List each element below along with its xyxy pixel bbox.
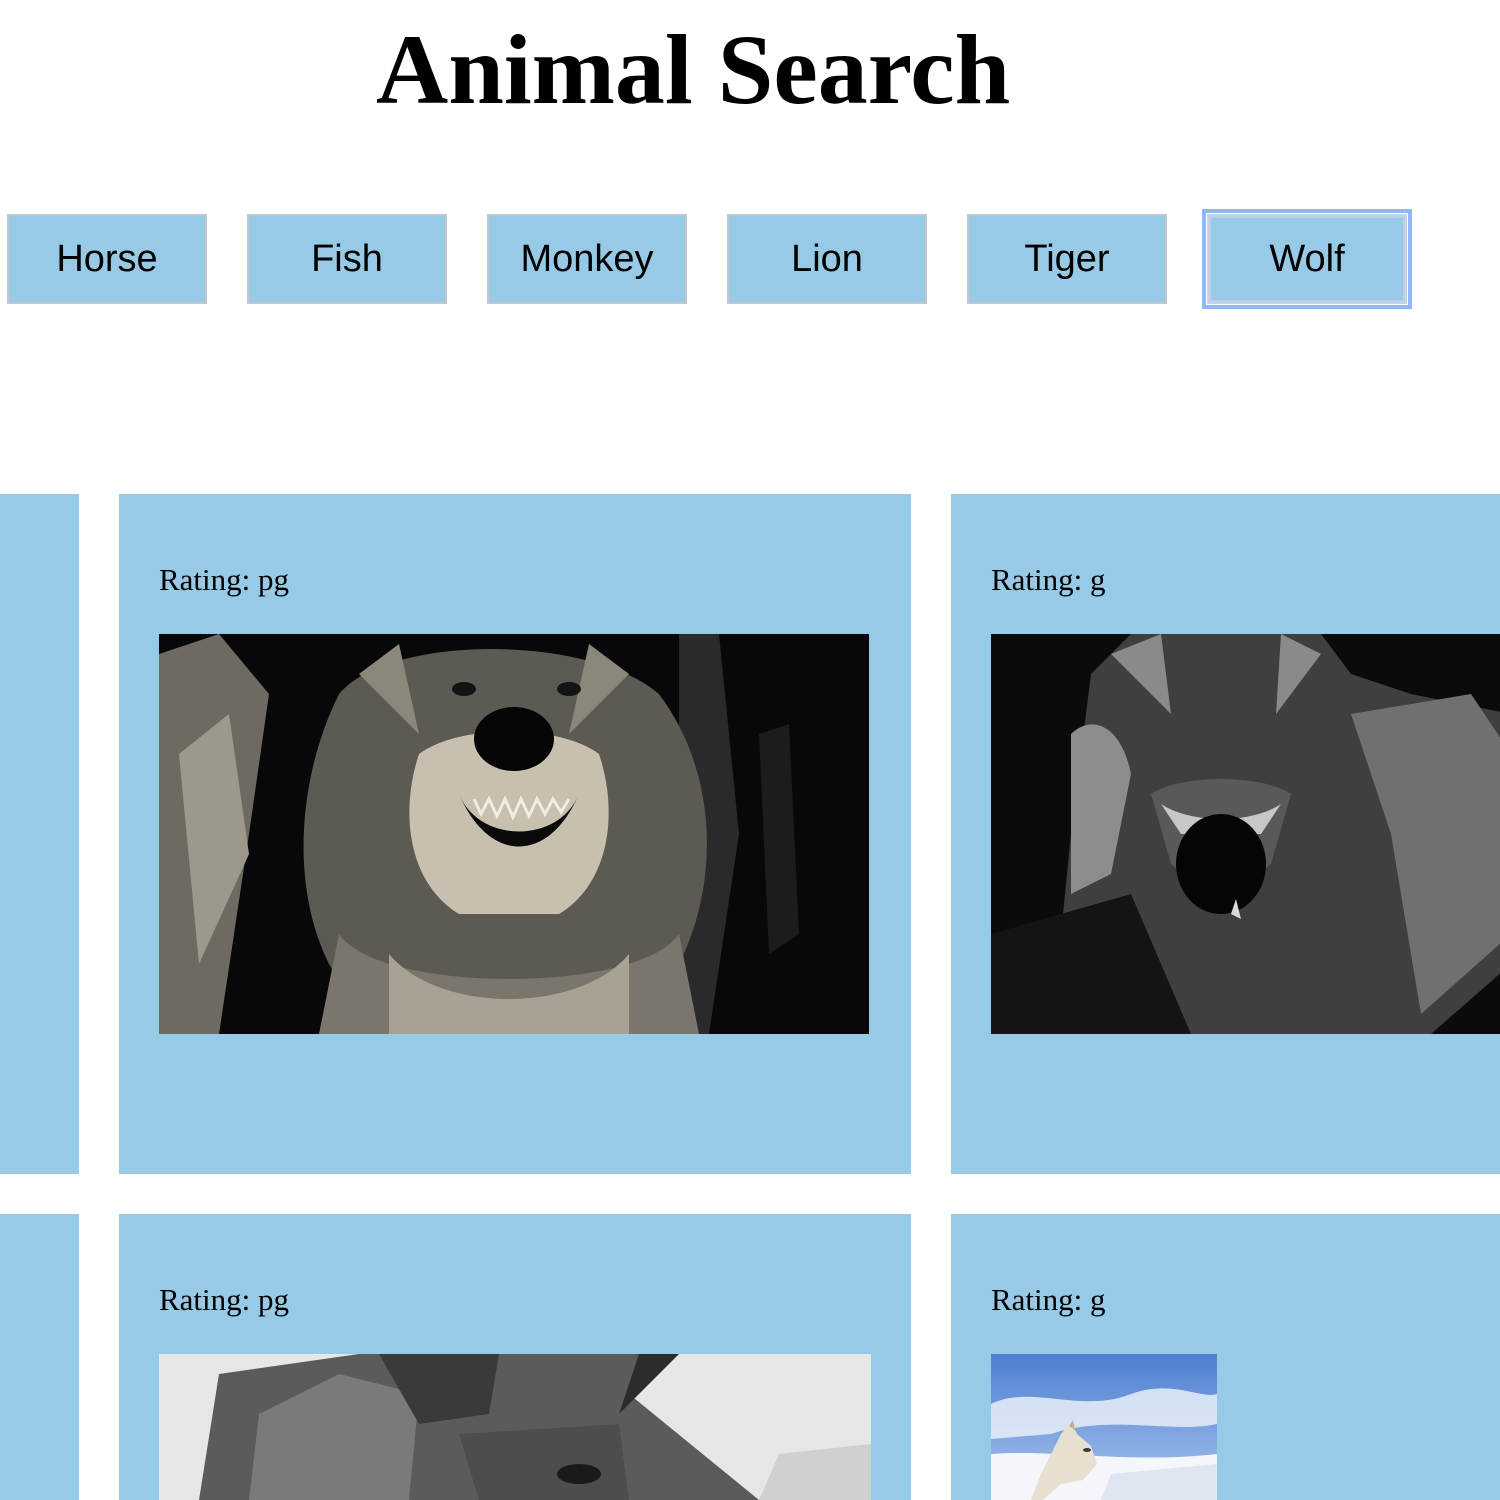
page: Animal Search Horse Fish Monkey Lion Tig… xyxy=(0,0,1500,1500)
monkey-button[interactable]: Monkey xyxy=(487,214,687,304)
wolf-gif-image[interactable] xyxy=(159,1354,871,1500)
result-card: Rating: g xyxy=(951,494,1500,1174)
wolf-gif-image[interactable] xyxy=(159,634,869,1034)
snarling-wolf-illustration xyxy=(159,634,869,1034)
tiger-button[interactable]: Tiger xyxy=(967,214,1167,304)
wolf-closeup-illustration xyxy=(159,1354,871,1500)
result-card-partial xyxy=(0,494,79,1174)
result-card-partial xyxy=(0,1214,79,1500)
result-card: Rating: g xyxy=(951,1214,1500,1500)
result-card: Rating: pg xyxy=(119,494,911,1174)
result-card: Rating: pg xyxy=(119,1214,911,1500)
rating-label: Rating: g xyxy=(991,562,1106,597)
fish-button[interactable]: Fish xyxy=(247,214,447,304)
rating-label: Rating: pg xyxy=(159,1282,290,1317)
lion-button[interactable]: Lion xyxy=(727,214,927,304)
rating-label: Rating: g xyxy=(991,1282,1106,1317)
wolf-gif-image[interactable] xyxy=(991,634,1500,1034)
white-wolf-illustration xyxy=(991,1354,1217,1500)
wolf-gif-image[interactable] xyxy=(991,1354,1217,1500)
dark-wolf-illustration xyxy=(991,634,1500,1034)
wolf-button[interactable]: Wolf xyxy=(1202,209,1412,309)
rating-label: Rating: pg xyxy=(159,562,290,597)
page-title: Animal Search xyxy=(376,14,1011,125)
horse-button[interactable]: Horse xyxy=(7,214,207,304)
